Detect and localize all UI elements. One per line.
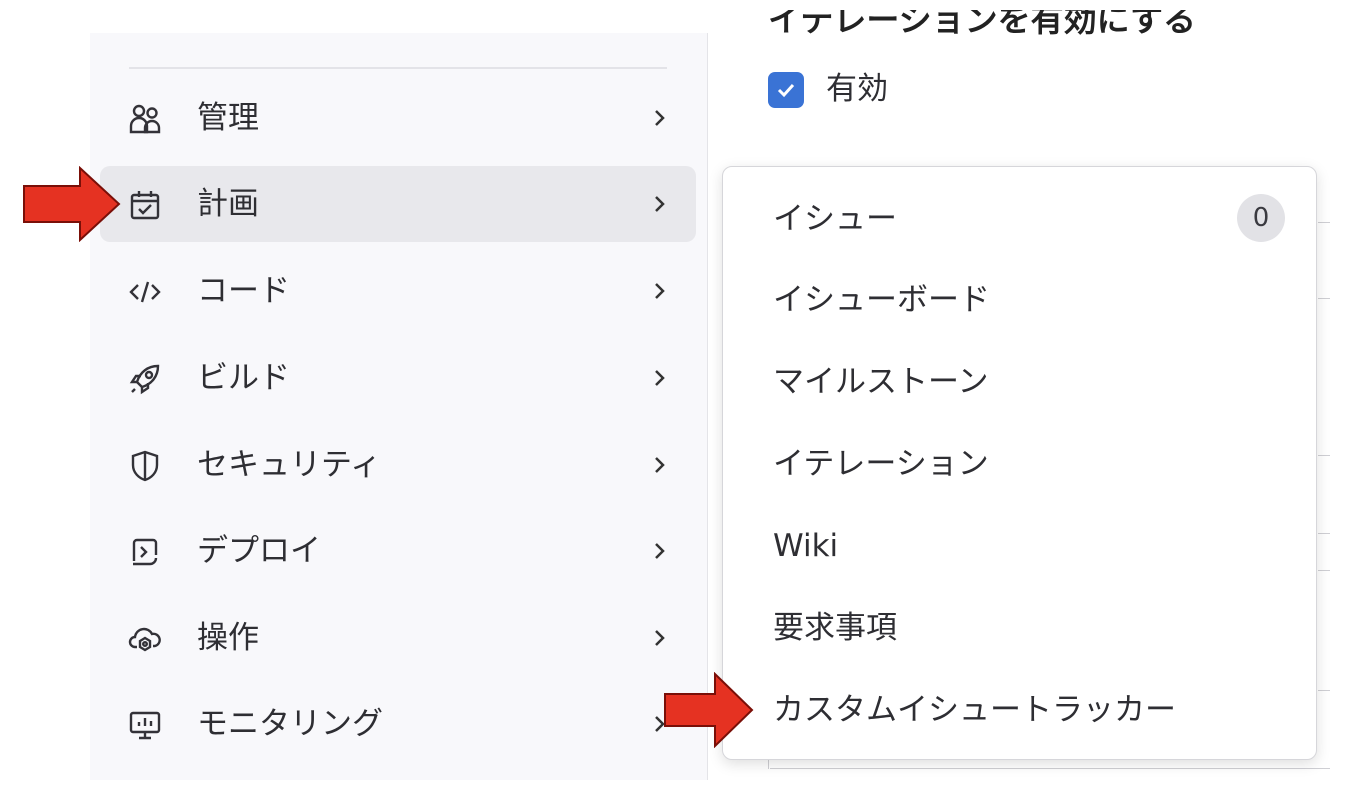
sidebar-item-plan[interactable]: 計画 bbox=[100, 166, 696, 242]
background-divider bbox=[1318, 222, 1330, 223]
submenu-item-wiki[interactable]: Wiki bbox=[773, 525, 838, 567]
checkmark-icon bbox=[777, 83, 795, 98]
section-heading: イテレーションを有効にする bbox=[768, 10, 1197, 39]
sidebar-item-monitor[interactable]: モニタリング bbox=[100, 686, 696, 762]
sidebar-item-label: コード bbox=[197, 273, 290, 309]
sidebar-item-manage[interactable]: 管理 bbox=[100, 80, 696, 156]
background-divider bbox=[770, 768, 1330, 769]
plan-submenu: イシュー 0 イシューボード マイルストーン イテレーション Wiki 要求事項… bbox=[722, 166, 1317, 760]
cloud-gear-icon bbox=[128, 622, 162, 656]
submenu-item-iterations[interactable]: イテレーション bbox=[773, 443, 989, 485]
chevron-right-icon bbox=[650, 624, 670, 652]
submenu-item-issues[interactable]: イシュー bbox=[773, 198, 897, 240]
submenu-item-issue-boards[interactable]: イシューボード bbox=[773, 279, 990, 321]
background-divider bbox=[1318, 690, 1330, 691]
shield-icon bbox=[128, 449, 162, 483]
chevron-right-icon bbox=[650, 537, 670, 565]
background-divider bbox=[1318, 570, 1330, 571]
sidebar-item-label: 操作 bbox=[197, 620, 259, 656]
sidebar-item-code[interactable]: コード bbox=[100, 253, 696, 329]
submenu-item-custom-issue-tracker[interactable]: カスタムイシュートラッカー bbox=[773, 689, 1176, 731]
submenu-item-milestones[interactable]: マイルストーン bbox=[773, 361, 988, 403]
red-arrow-icon bbox=[23, 166, 121, 242]
sidebar-item-label: セキュリティ bbox=[197, 447, 382, 483]
checkbox-label: 有効 bbox=[826, 71, 888, 107]
monitor-icon bbox=[128, 708, 162, 742]
code-icon bbox=[128, 275, 162, 309]
calendar-check-icon bbox=[128, 188, 162, 222]
sidebar-divider bbox=[129, 67, 667, 69]
deploy-icon bbox=[128, 535, 162, 569]
chevron-right-icon bbox=[650, 364, 670, 392]
chevron-right-icon bbox=[650, 190, 670, 218]
red-arrow-icon bbox=[664, 672, 754, 748]
sidebar-item-label: ビルド bbox=[197, 360, 290, 396]
sidebar-item-security[interactable]: セキュリティ bbox=[100, 427, 696, 503]
sidebar-item-label: 計画 bbox=[197, 186, 259, 222]
chevron-right-icon bbox=[650, 451, 670, 479]
sidebar-item-build[interactable]: ビルド bbox=[100, 340, 696, 416]
background-divider bbox=[1318, 533, 1330, 534]
issue-count-badge: 0 bbox=[1237, 194, 1285, 242]
chevron-right-icon bbox=[650, 277, 670, 305]
sidebar-item-label: 管理 bbox=[197, 100, 259, 136]
sidebar-item-operate[interactable]: 操作 bbox=[100, 600, 696, 676]
enabled-checkbox[interactable] bbox=[768, 72, 804, 108]
background-divider bbox=[1318, 455, 1330, 456]
sidebar-item-label: モニタリング bbox=[197, 706, 383, 742]
users-icon bbox=[128, 102, 162, 136]
sidebar: 管理 計画 コード ビルド セキュリティ デプロイ 操作 モニタリング bbox=[90, 33, 708, 780]
chevron-right-icon bbox=[650, 104, 670, 132]
submenu-item-requirements[interactable]: 要求事項 bbox=[773, 607, 897, 649]
background-divider bbox=[1318, 298, 1330, 299]
sidebar-item-label: デプロイ bbox=[197, 533, 321, 569]
sidebar-item-deploy[interactable]: デプロイ bbox=[100, 513, 696, 589]
rocket-icon bbox=[128, 362, 162, 396]
